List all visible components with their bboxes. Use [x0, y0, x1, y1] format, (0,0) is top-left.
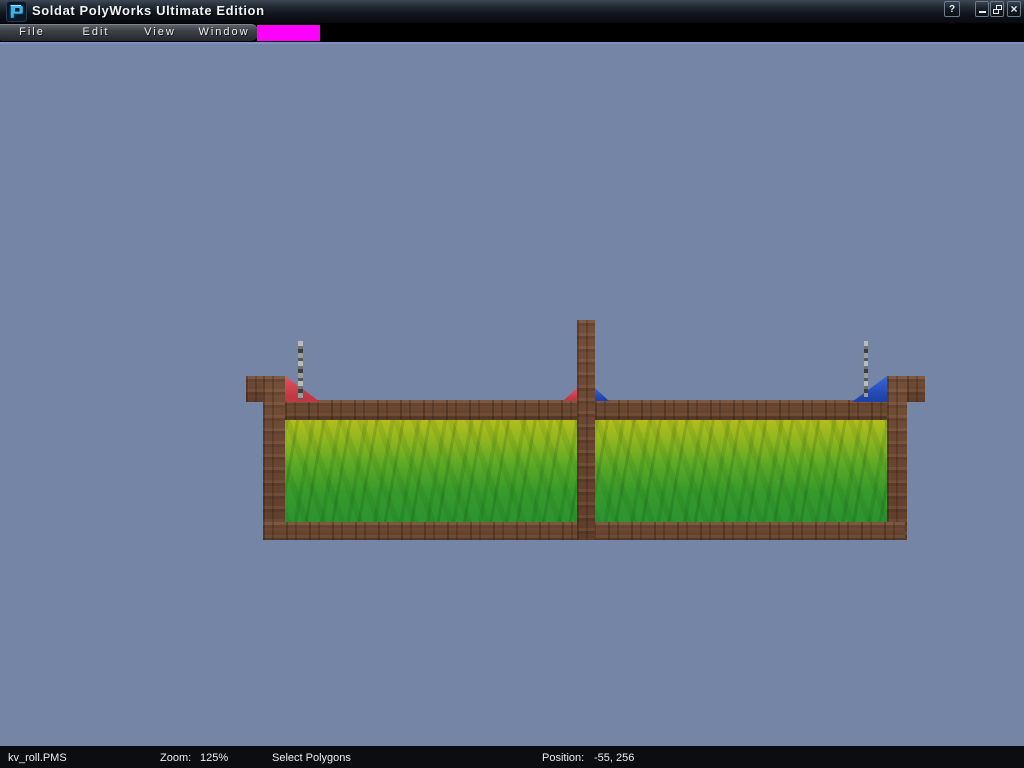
- window-title: Soldat PolyWorks Ultimate Edition: [32, 3, 265, 18]
- menu-item-file[interactable]: File: [0, 25, 64, 41]
- app-window: Soldat PolyWorks Ultimate Edition ? × Fi…: [0, 0, 1024, 768]
- map-pole-right[interactable]: [864, 341, 868, 397]
- map-top-beam-left[interactable]: [285, 400, 577, 420]
- map-right-lip[interactable]: [907, 376, 925, 402]
- menu-item-edit[interactable]: Edit: [64, 25, 128, 41]
- map-left-lip[interactable]: [246, 376, 263, 402]
- restore-icon[interactable]: [990, 1, 1004, 17]
- minimize-icon[interactable]: [975, 1, 989, 17]
- status-position-label: Position:: [542, 752, 584, 764]
- close-icon[interactable]: ×: [1007, 1, 1021, 17]
- menu-strip: File Edit View Window: [0, 24, 258, 41]
- status-position-value: -55, 256: [594, 752, 634, 764]
- restore-glyph: [993, 5, 1002, 14]
- help-glyph: ?: [949, 4, 955, 15]
- close-glyph: ×: [1010, 4, 1017, 14]
- map-canvas[interactable]: [0, 42, 1024, 746]
- menu-item-highlighted[interactable]: [257, 25, 320, 41]
- status-bar: kv_roll.PMS Zoom: 125% Select Polygons P…: [0, 746, 1024, 768]
- status-file-name: kv_roll.PMS: [8, 752, 67, 764]
- canvas-top-edge: [0, 42, 1024, 44]
- status-zoom-value: 125%: [200, 752, 228, 764]
- menu-bar: File Edit View Window: [0, 23, 1024, 42]
- minimize-glyph: [979, 11, 986, 13]
- map-center-post[interactable]: [577, 320, 595, 540]
- map-grass-fill-left[interactable]: [285, 420, 577, 522]
- map-grass-fill-right[interactable]: [595, 420, 887, 522]
- app-logo-icon[interactable]: [6, 1, 27, 22]
- menu-item-window[interactable]: Window: [192, 25, 256, 41]
- map-blue-ramp-right[interactable]: [852, 376, 887, 402]
- map-pole-left[interactable]: [298, 341, 303, 399]
- status-zoom-label: Zoom:: [160, 752, 191, 764]
- map-right-wall[interactable]: [887, 376, 907, 540]
- status-tool-mode: Select Polygons: [272, 752, 351, 764]
- title-bar: Soldat PolyWorks Ultimate Edition ? ×: [0, 0, 1024, 23]
- menu-item-view[interactable]: View: [128, 25, 192, 41]
- map-top-beam-right[interactable]: [595, 400, 887, 420]
- map-left-wall[interactable]: [263, 376, 285, 540]
- help-icon[interactable]: ?: [944, 1, 960, 17]
